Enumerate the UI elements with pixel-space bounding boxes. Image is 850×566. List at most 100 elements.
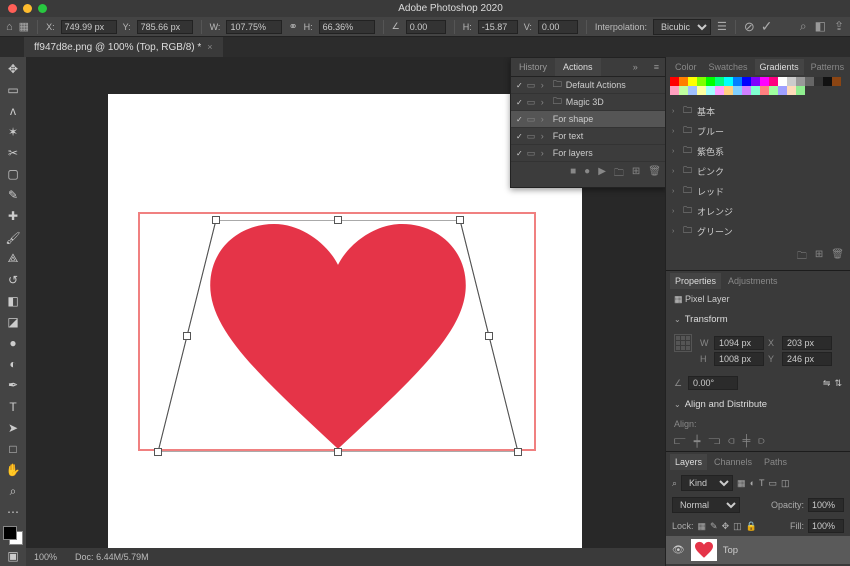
gradient-swatch[interactable] [769,77,778,86]
filter-shape-icon[interactable]: ▭ [769,478,778,489]
cancel-transform-icon[interactable]: ⊘ [744,19,755,35]
tab-history[interactable]: History [511,58,555,76]
share-icon[interactable]: ⇪ [834,19,844,34]
checkmark-icon[interactable]: ✓ [516,98,523,107]
eyedropper-tool[interactable]: ✎ [2,186,24,205]
gradient-swatch[interactable] [706,77,715,86]
warp-icon[interactable]: ☰ [717,20,727,33]
tab-adjustments[interactable]: Adjustments [723,273,783,289]
hand-tool[interactable]: ✋ [2,460,24,479]
play-icon[interactable]: ▶ [598,166,606,183]
gradient-swatch[interactable] [760,86,769,95]
gradient-swatch[interactable] [679,77,688,86]
dialog-toggle-icon[interactable]: ▭ [527,148,537,159]
gradient-swatch[interactable] [724,86,733,95]
align-hcenter-icon[interactable]: ┿ [694,435,701,448]
checkmark-icon[interactable]: ✓ [516,115,523,124]
marquee-tool[interactable]: ▭ [2,80,24,99]
tab-paths[interactable]: Paths [759,454,792,470]
document-tab[interactable]: ff947d8e.png @ 100% (Top, RGB/8) * × [24,37,223,57]
lasso-tool[interactable]: ʌ [2,101,24,120]
transform-handle[interactable] [154,448,162,456]
new-folder-icon[interactable]: 🗀 [797,249,807,266]
x-input[interactable] [61,20,117,34]
eraser-tool[interactable]: ◧ [2,291,24,310]
layout-icon[interactable]: ◧ [815,19,826,34]
gradient-swatch[interactable] [697,77,706,86]
lock-pixels-icon[interactable]: ✎ [710,521,718,532]
transform-handle[interactable] [334,448,342,456]
gradient-swatch[interactable] [751,77,760,86]
opacity-input[interactable] [808,498,844,512]
shape-tool[interactable]: □ [2,439,24,458]
disclosure-icon[interactable]: › [672,148,678,155]
tab-swatches[interactable]: Swatches [704,59,753,75]
home-icon[interactable]: ⌂ [6,21,13,33]
gradient-swatch[interactable] [796,77,805,86]
checkmark-icon[interactable]: ✓ [516,81,523,90]
action-row[interactable]: ✓ ▭ › 🗀 Default Actions [511,77,665,94]
quick-mask-icon[interactable]: ▣ [2,547,24,566]
wand-tool[interactable]: ✶ [2,122,24,141]
new-preset-icon[interactable]: ⊞ [815,249,823,266]
dialog-toggle-icon[interactable]: ▭ [527,131,537,142]
gradient-swatch[interactable] [706,86,715,95]
close-window-icon[interactable] [8,4,17,13]
delete-preset-icon[interactable]: 🗑 [831,249,844,266]
panel-menu-icon[interactable]: » [625,58,646,76]
gradient-swatch[interactable] [733,77,742,86]
layer-name[interactable]: Top [723,545,738,556]
action-row[interactable]: ✓ ▭ › For text [511,128,665,145]
layer-row[interactable]: 👁 Top [666,536,850,564]
fill-input[interactable] [808,519,844,533]
disclosure-icon[interactable]: › [672,108,678,115]
gradient-preset-strip[interactable] [666,77,850,99]
action-row[interactable]: ✓ ▭ › For shape [511,111,665,128]
flip-vertical-icon[interactable]: ⇅ [834,378,842,389]
layer-thumbnail[interactable] [691,539,717,561]
gradient-swatch[interactable] [814,77,823,86]
dodge-tool[interactable]: ◐ [2,355,24,374]
filter-icon[interactable]: ⌕ [672,478,677,489]
prop-h-input[interactable] [714,352,764,366]
filter-type-icon[interactable]: T [759,478,765,488]
frame-tool[interactable]: ▢ [2,165,24,184]
preset-folder[interactable]: ›🗀基本 [672,101,844,121]
crop-tool[interactable]: ✂ [2,144,24,163]
gradient-swatch[interactable] [724,77,733,86]
disclosure-icon[interactable]: › [672,208,678,215]
disclosure-icon[interactable]: › [541,97,549,107]
trash-icon[interactable]: 🗑 [648,166,661,183]
visibility-icon[interactable]: 👁 [672,545,685,556]
gradient-swatch[interactable] [778,77,787,86]
panel-hamburger-icon[interactable]: ≡ [646,58,665,76]
pen-tool[interactable]: ✒ [2,376,24,395]
transform-header[interactable]: ⌄Transform [666,311,850,328]
action-row[interactable]: ✓ ▭ › 🗀 Magic 3D [511,94,665,111]
transform-handle[interactable] [183,332,191,340]
filter-smart-icon[interactable]: ◫ [781,478,790,489]
new-action-icon[interactable]: ⊞ [632,166,640,183]
gradient-swatch[interactable] [787,77,796,86]
h-input[interactable] [319,20,375,34]
disclosure-icon[interactable]: › [541,114,549,124]
rotate-input[interactable] [406,20,446,34]
blend-mode-select[interactable]: Normal [672,497,740,513]
anchor-point-icon[interactable]: ▦ [19,20,29,33]
anchor-reference-icon[interactable] [674,334,692,352]
gradient-swatch[interactable] [823,77,832,86]
gradient-swatch[interactable] [742,86,751,95]
transform-handle[interactable] [514,448,522,456]
lock-all-icon[interactable]: 🔒 [746,521,757,532]
transform-bounding-box[interactable] [158,220,518,452]
gradient-swatch[interactable] [751,86,760,95]
layer-kind-select[interactable]: Kind [681,475,733,491]
preset-folder[interactable]: ›🗀ピンク [672,161,844,181]
tab-gradients[interactable]: Gradients [755,59,804,75]
interpolation-select[interactable]: Bicubic [653,19,711,35]
action-row[interactable]: ✓ ▭ › For layers [511,145,665,162]
align-vcenter-icon[interactable]: ╪ [743,435,751,448]
disclosure-icon[interactable]: › [541,131,549,141]
dialog-toggle-icon[interactable]: ▭ [527,97,537,108]
disclosure-icon[interactable]: › [541,80,549,90]
